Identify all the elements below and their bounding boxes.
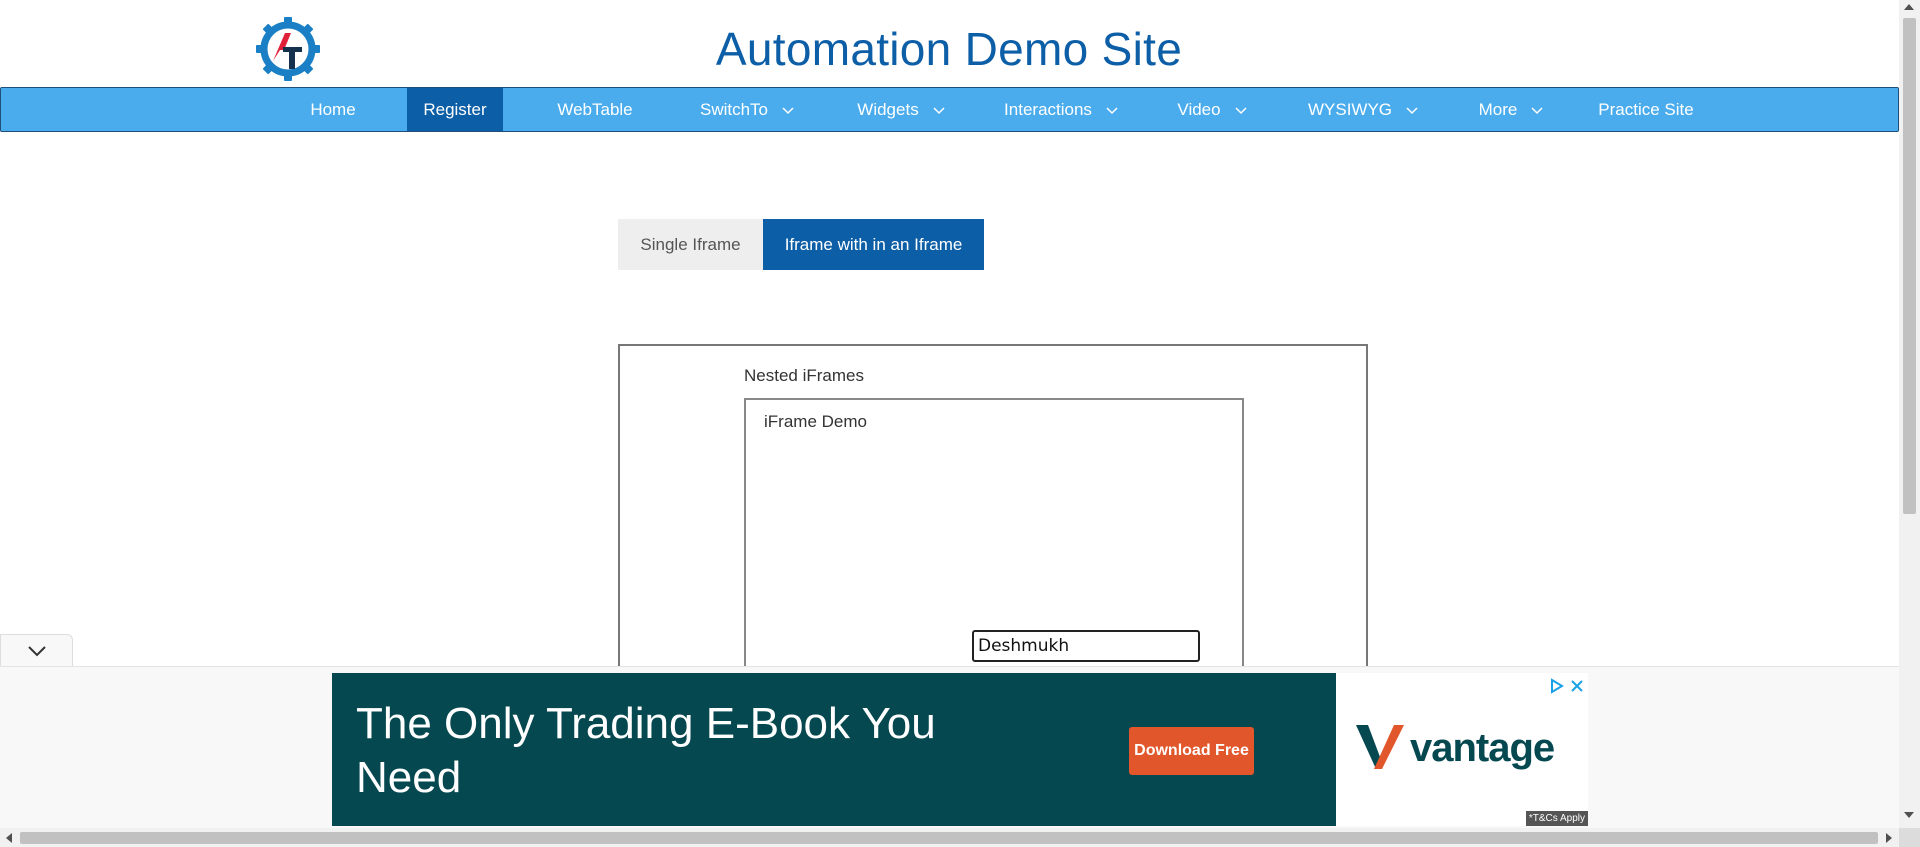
nav-item-label: SwitchTo (699, 99, 769, 119)
chevron-down-icon (1106, 106, 1118, 114)
outer-iframe-heading: Nested iFrames (744, 366, 864, 385)
tab-iframe-within-iframe[interactable]: Iframe with in an Iframe (763, 219, 984, 270)
ad-brand-logo: vantage (1354, 723, 1555, 773)
inner-iframe-heading: iFrame Demo (764, 412, 867, 431)
nav-item-label: Interactions (1004, 99, 1092, 119)
nav-item-wysiwyg[interactable]: WYSIWYG (1295, 88, 1433, 131)
ad-collapse-toggle[interactable] (0, 634, 73, 667)
chevron-down-icon (1235, 106, 1247, 114)
nav-item-interactions[interactable]: Interactions (991, 88, 1133, 131)
outer-iframe: Nested iFrames iFrame Demo (618, 344, 1368, 678)
vertical-scroll-thumb[interactable] (1903, 18, 1916, 514)
nav-item-label: WYSIWYG (1307, 99, 1393, 119)
nav-item-widgets[interactable]: Widgets (841, 88, 963, 131)
nav-item-label: Home (310, 99, 356, 119)
nav-item-label: Video (1177, 99, 1221, 119)
chevron-down-icon (1531, 106, 1543, 114)
vertical-scrollbar[interactable] (1899, 0, 1920, 828)
download-free-button[interactable]: Download Free (1129, 727, 1254, 775)
scroll-right-arrow-icon[interactable] (1886, 833, 1892, 843)
terms-label: *T&Cs Apply (1525, 811, 1588, 826)
nav-item-label: Practice Site (1598, 99, 1694, 119)
nav-item-label: Widgets (857, 99, 919, 119)
chevron-down-icon (933, 106, 945, 114)
tab-single-iframe[interactable]: Single Iframe (618, 219, 763, 270)
chevron-down-icon (27, 646, 46, 657)
ad-headline: The Only Trading E-Book You Need (356, 699, 936, 802)
nav-item-label: Register (423, 99, 487, 119)
chevron-down-icon (782, 106, 794, 114)
nav-item-label: More (1478, 99, 1518, 119)
text-input[interactable] (972, 630, 1200, 662)
ad-banner[interactable]: The Only Trading E-Book You Need Downloa… (332, 673, 1336, 826)
horizontal-scroll-thumb[interactable] (20, 832, 1878, 844)
nav-item-switchto[interactable]: SwitchTo (687, 88, 809, 131)
horizontal-scrollbar[interactable] (0, 828, 1899, 847)
scroll-left-arrow-icon[interactable] (6, 833, 12, 843)
nav-item-register[interactable]: Register (407, 88, 503, 131)
chevron-down-icon (1406, 106, 1418, 114)
nav-item-video[interactable]: Video (1163, 88, 1263, 131)
nav-item-home[interactable]: Home (289, 88, 377, 131)
nav-item-label: WebTable (557, 99, 633, 119)
nav-item-webtable[interactable]: WebTable (540, 88, 650, 131)
scrollbar-corner (1899, 828, 1920, 847)
inner-iframe: iFrame Demo (744, 398, 1244, 678)
ad-brand-panel[interactable]: vantage *T&Cs Apply (1336, 673, 1588, 826)
page-title: Automation Demo Site (715, 23, 1183, 75)
ad-brand-name: vantage (1410, 725, 1555, 770)
scroll-up-arrow-icon[interactable] (1904, 4, 1914, 10)
close-icon[interactable] (1568, 677, 1586, 695)
nav-item-more[interactable]: More (1463, 88, 1561, 131)
main-nav: Home Register WebTable SwitchTo Widgets … (0, 87, 1899, 132)
scroll-down-arrow-icon[interactable] (1904, 812, 1914, 818)
ad-choices-icon[interactable] (1548, 677, 1566, 695)
nav-item-practice-site[interactable]: Practice Site (1581, 88, 1711, 131)
vantage-logo-icon (1356, 725, 1404, 769)
